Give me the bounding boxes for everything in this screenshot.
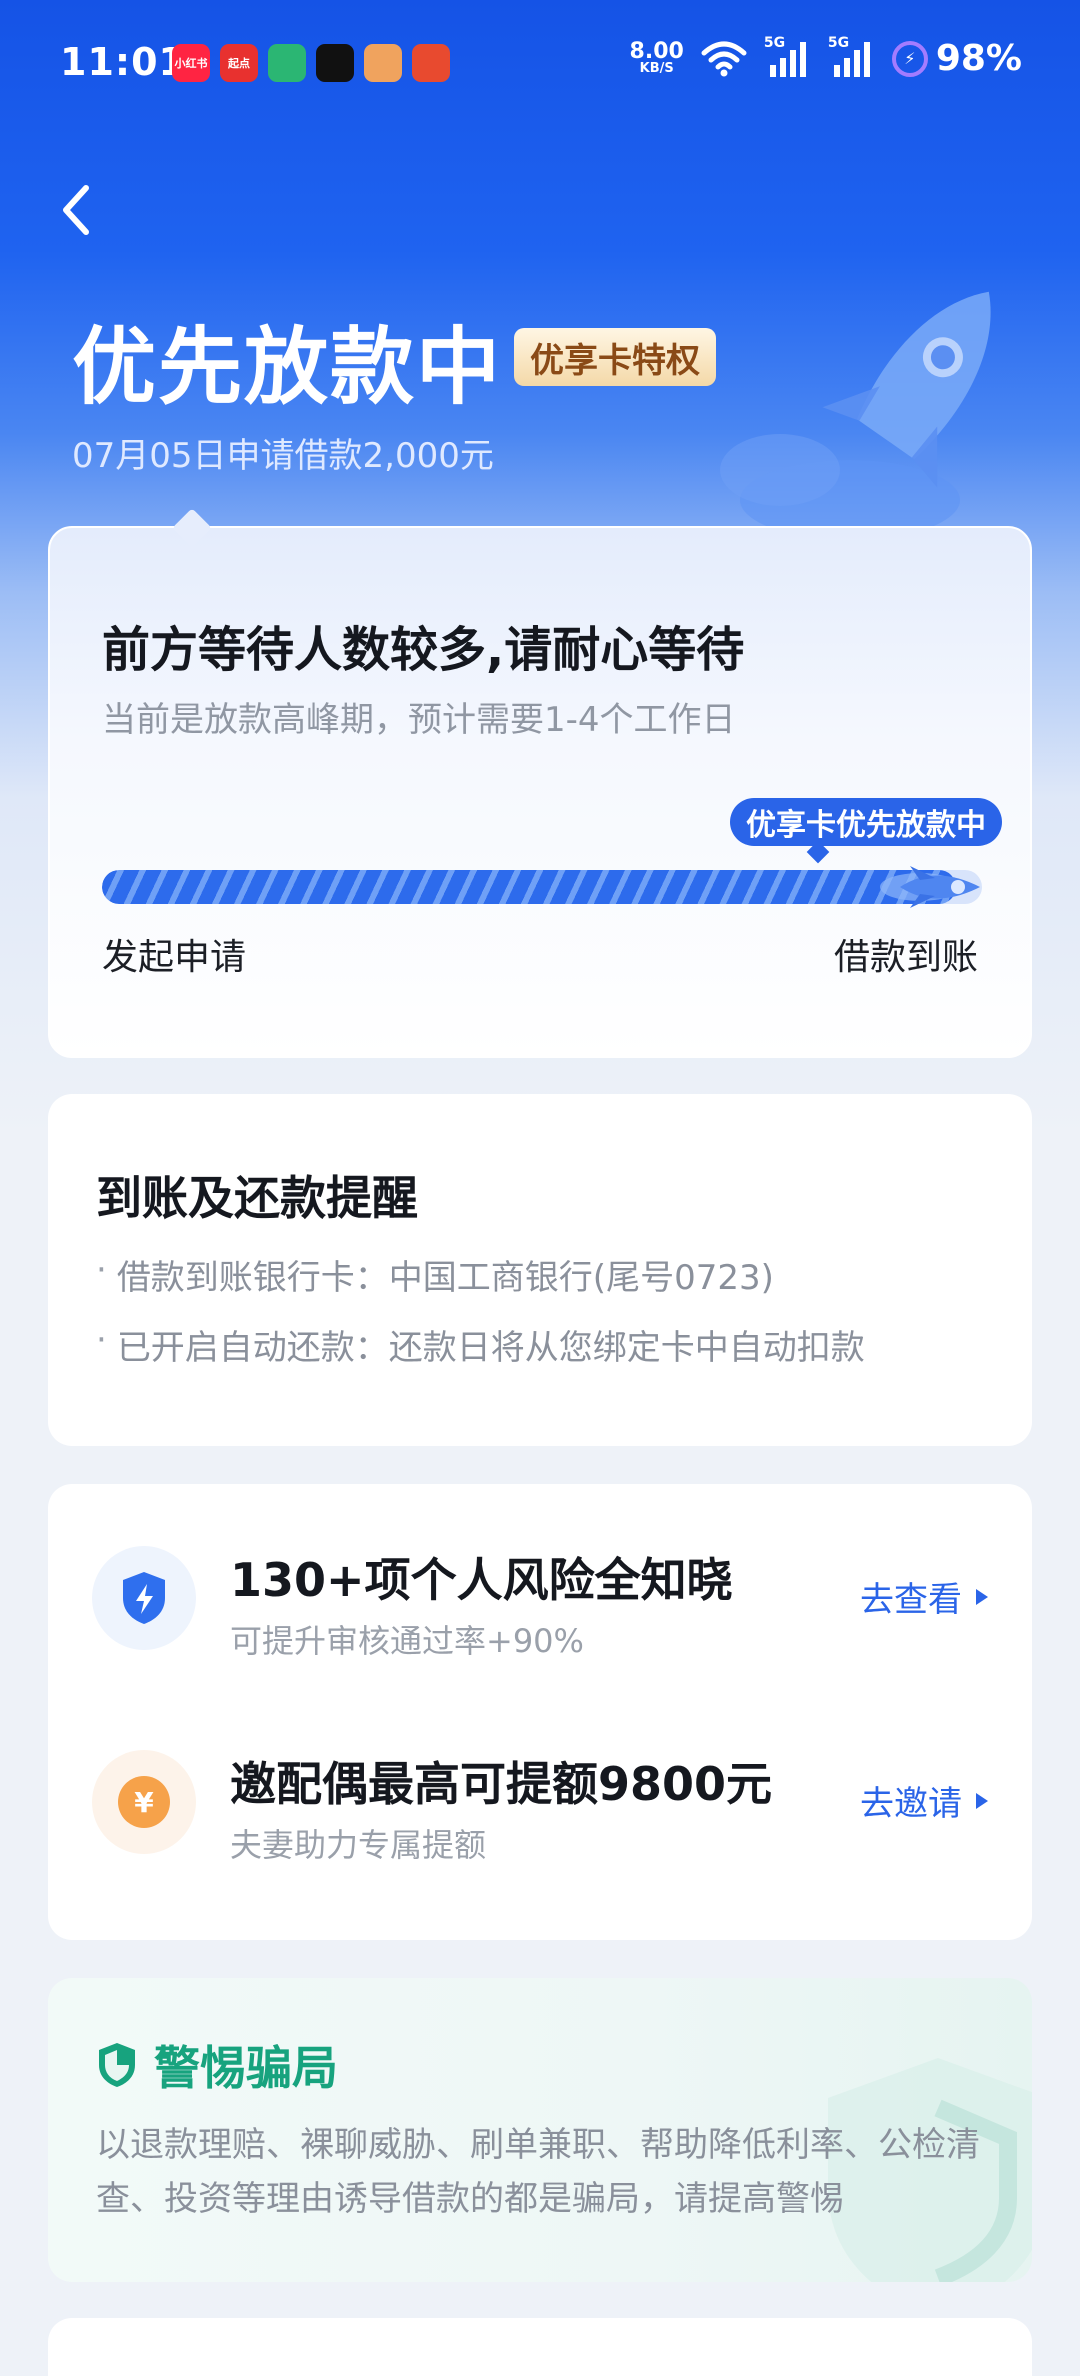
reminder-item-text: 借款到账银行卡：中国工商银行(尾号0723): [116, 1258, 774, 1298]
promo-title: 邀配偶最高可提额9800元: [230, 1757, 773, 1811]
fraud-warning-card: 警惕骗局 以退款理赔、裸聊威胁、刷单兼职、帮助降低利率、公检清查、投资等理由诱导…: [48, 1978, 1032, 2282]
progress-track: [102, 870, 982, 904]
view-button-label: 去查看: [860, 1580, 962, 1620]
status-bar: 11:01 小红书 起点 8.00 KB/S 5G 5G ⚡ 98%: [0, 0, 1080, 128]
reminder-item-bank-card: · 借款到账银行卡：中国工商银行(尾号0723): [96, 1250, 774, 1299]
battery-indicator: ⚡ 98%: [891, 38, 1022, 79]
caret-right-icon: [976, 1792, 988, 1809]
tiktok-app-icon: [316, 44, 354, 82]
shield-lightning-icon: [123, 1572, 165, 1624]
invite-button-label: 去邀请: [860, 1784, 962, 1824]
status-time: 11:01: [60, 40, 186, 84]
progress-end-label: 借款到账: [833, 937, 978, 978]
application-summary: 07月05日申请借款2,000元: [72, 436, 494, 476]
progress-title: 前方等待人数较多,请耐心等待: [102, 622, 745, 678]
qidian-app-icon: 起点: [220, 44, 258, 82]
battery-level: 98%: [935, 38, 1022, 79]
signal-2-label: 5G: [827, 34, 850, 51]
chevron-left-icon: [63, 185, 89, 235]
back-button[interactable]: [48, 182, 104, 238]
progress-fill: [102, 870, 956, 904]
red-app-icon: [412, 44, 450, 82]
reminder-item-auto-repay: · 已开启自动还款：还款日将从您绑定卡中自动扣款: [96, 1320, 865, 1369]
cellular-signal-2: 5G: [828, 35, 876, 77]
network-speed-value: 8.00: [629, 38, 684, 64]
privilege-badge: 优享卡特权: [514, 328, 716, 386]
promo-title: 130+项个人风险全知晓: [230, 1553, 733, 1607]
fraud-warning-text: 以退款理赔、裸聊威胁、刷单兼职、帮助降低利率、公检清查、投资等理由诱导借款的都是…: [96, 2125, 980, 2219]
next-card-partial: [48, 2318, 1032, 2376]
promo-subtitle: 可提升审核通过率+90%: [230, 1622, 584, 1660]
view-button[interactable]: 去查看: [860, 1572, 988, 1621]
wifi-icon: [701, 41, 747, 76]
svg-text:¥: ¥: [134, 1786, 154, 1819]
yen-coin-icon: ¥: [118, 1776, 170, 1828]
progress-description: 当前是放款高峰期，预计需要1-4个工作日: [102, 700, 736, 740]
page-title: 优先放款中: [72, 318, 503, 416]
promo-icon-container: [92, 1546, 196, 1650]
promo-subtitle: 夫妻助力专属提额: [230, 1826, 487, 1864]
game-app-icon: [364, 44, 402, 82]
promo-row-risk-report[interactable]: 130+项个人风险全知晓 可提升审核通过率+90% 去查看: [48, 1524, 1032, 1674]
notification-app-icons: 小红书 起点: [172, 44, 450, 82]
invite-button[interactable]: 去邀请: [860, 1776, 988, 1825]
rocket-progress-icon: [880, 866, 980, 908]
caret-right-icon: [976, 1588, 988, 1605]
signal-1-label: 5G: [763, 34, 786, 51]
home-app-icon: [268, 44, 306, 82]
shield-check-icon: [99, 2043, 135, 2087]
rocket-illustration: [720, 291, 991, 530]
xiaohongshu-app-icon: 小红书: [172, 44, 210, 82]
battery-charging-icon: ⚡: [891, 40, 928, 77]
promo-icon-container: ¥: [92, 1750, 196, 1854]
promotions-card: 130+项个人风险全知晓 可提升审核通过率+90% 去查看 ¥ 邀配偶最高可提额…: [48, 1484, 1032, 1940]
network-speed-unit: KB/S: [639, 60, 674, 76]
progress-status-bubble: 优享卡优先放款中: [730, 798, 1002, 846]
repayment-reminder-card: 到账及还款提醒 · 借款到账银行卡：中国工商银行(尾号0723) · 已开启自动…: [48, 1094, 1032, 1446]
network-speed: 8.00 KB/S: [629, 38, 684, 76]
cellular-signal-1: 5G: [764, 35, 812, 77]
progress-start-label: 发起申请: [102, 937, 247, 978]
reminder-title: 到账及还款提醒: [96, 1171, 418, 1225]
bullet-dot: ·: [96, 1250, 107, 1290]
reminder-item-text: 已开启自动还款：还款日将从您绑定卡中自动扣款: [116, 1328, 865, 1368]
status-indicators: 8.00 KB/S 5G 5G ⚡ 98%: [629, 35, 1022, 80]
fraud-warning-title: 警惕骗局: [96, 2032, 338, 2098]
promo-row-spouse-invite[interactable]: ¥ 邀配偶最高可提额9800元 夫妻助力专属提额 去邀请: [48, 1728, 1032, 1878]
loan-progress-card: 前方等待人数较多,请耐心等待 当前是放款高峰期，预计需要1-4个工作日 优享卡优…: [48, 508, 1032, 1058]
fraud-title-text: 警惕骗局: [154, 2041, 338, 2095]
bullet-dot: ·: [96, 1320, 107, 1360]
